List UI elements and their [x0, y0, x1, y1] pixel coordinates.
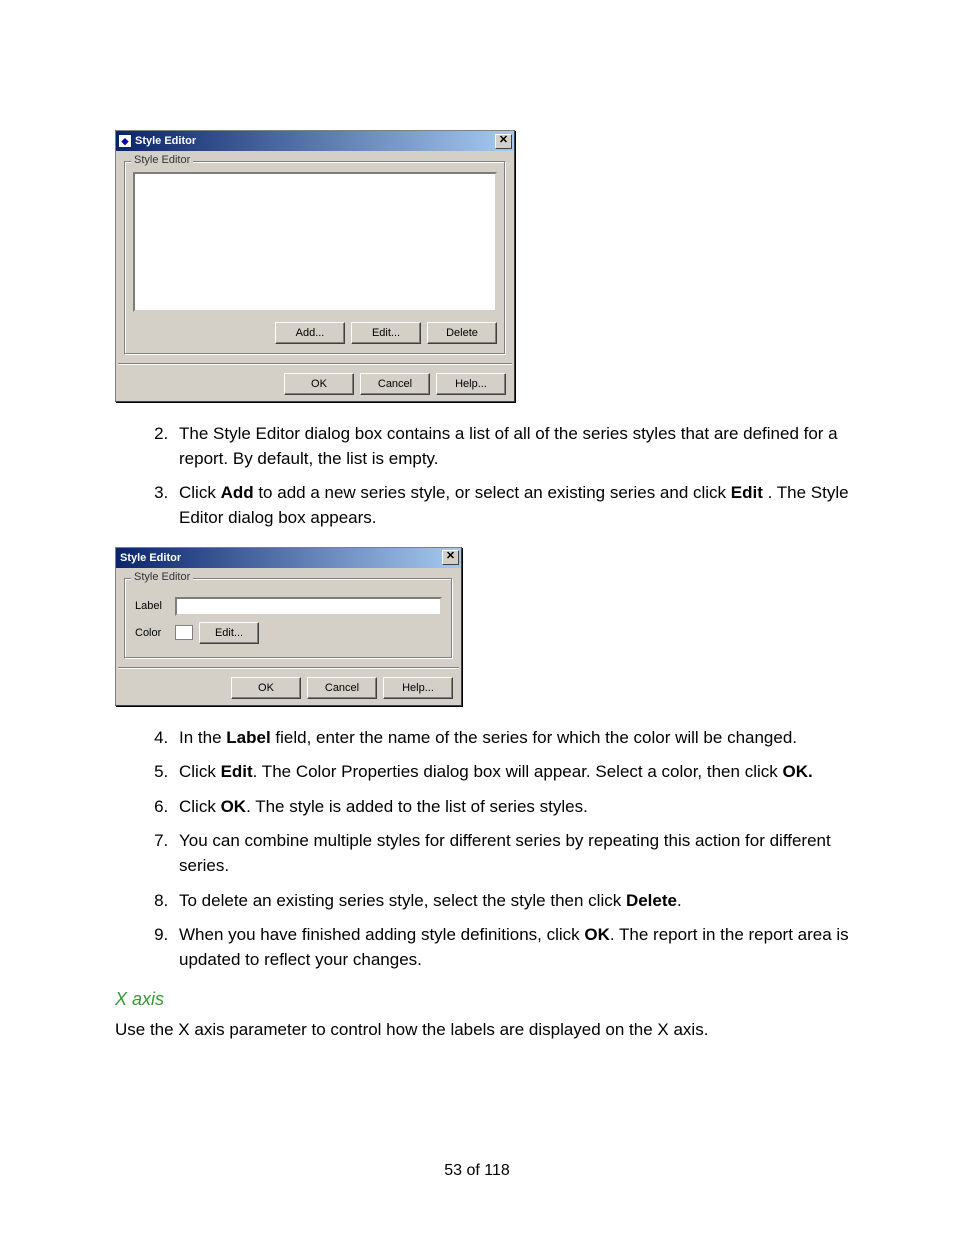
ok-button[interactable]: OK [231, 677, 301, 699]
edit-color-button[interactable]: Edit... [199, 622, 259, 644]
step-text: When you have finished adding style defi… [179, 925, 584, 944]
step-text: You can combine multiple styles for diff… [179, 831, 831, 875]
step-text: . The style is added to the list of seri… [246, 797, 588, 816]
step-text: . [677, 891, 682, 910]
step-6: Click OK. The style is added to the list… [173, 795, 854, 820]
step-bold: OK [584, 925, 610, 944]
group-legend: Style Editor [131, 154, 193, 166]
dialog-title: Style Editor [135, 135, 495, 147]
close-icon[interactable]: ✕ [495, 134, 512, 149]
step-bold: Add [221, 483, 254, 502]
color-swatch [175, 625, 193, 640]
color-field-label: Color [135, 627, 169, 639]
step-text: field, enter the name of the series for … [271, 728, 797, 747]
step-text: . The Color Properties dialog box will a… [253, 762, 783, 781]
ok-button[interactable]: OK [284, 373, 354, 395]
step-text: to add a new series style, or select an … [254, 483, 731, 502]
step-bold: Edit [731, 483, 763, 502]
style-editor-list-dialog: ◆ Style Editor ✕ Style Editor Add... Edi… [115, 130, 515, 402]
help-button[interactable]: Help... [436, 373, 506, 395]
add-button[interactable]: Add... [275, 322, 345, 344]
steps-list-a: The Style Editor dialog box contains a l… [115, 422, 854, 531]
step-text: Click [179, 483, 221, 502]
edit-button[interactable]: Edit... [351, 322, 421, 344]
label-field-label: Label [135, 600, 169, 612]
app-icon: ◆ [118, 134, 132, 148]
step-text: To delete an existing series style, sele… [179, 891, 626, 910]
step-bold: Label [226, 728, 270, 747]
close-icon[interactable]: ✕ [442, 550, 459, 565]
body-paragraph: Use the X axis parameter to control how … [115, 1020, 854, 1040]
help-button[interactable]: Help... [383, 677, 453, 699]
step-bold: Edit [221, 762, 253, 781]
group-legend: Style Editor [131, 571, 193, 583]
step-bold: Delete [626, 891, 677, 910]
titlebar: Style Editor ✕ [116, 548, 461, 568]
step-4: In the Label field, enter the name of th… [173, 726, 854, 751]
label-input[interactable] [175, 597, 442, 616]
step-text: Click [179, 762, 221, 781]
cancel-button[interactable]: Cancel [307, 677, 377, 699]
cancel-button[interactable]: Cancel [360, 373, 430, 395]
titlebar: ◆ Style Editor ✕ [116, 131, 514, 151]
step-8: To delete an existing series style, sele… [173, 889, 854, 914]
step-bold: OK. [782, 762, 812, 781]
style-editor-group: Style Editor Add... Edit... Delete [124, 161, 506, 355]
step-7: You can combine multiple styles for diff… [173, 829, 854, 878]
step-text: The Style Editor dialog box contains a l… [179, 424, 838, 468]
style-editor-group: Style Editor Label Color Edit... [124, 578, 453, 659]
step-text: Click [179, 797, 221, 816]
step-3: Click Add to add a new series style, or … [173, 481, 854, 530]
step-text: In the [179, 728, 226, 747]
page-number: 53 of 118 [0, 1162, 954, 1180]
style-editor-edit-dialog: Style Editor ✕ Style Editor Label Color … [115, 547, 462, 706]
styles-listbox[interactable] [133, 172, 497, 312]
step-2: The Style Editor dialog box contains a l… [173, 422, 854, 471]
step-9: When you have finished adding style defi… [173, 923, 854, 972]
dialog-title: Style Editor [118, 552, 442, 564]
step-5: Click Edit. The Color Properties dialog … [173, 760, 854, 785]
section-heading: X axis [115, 989, 854, 1010]
separator [118, 363, 512, 365]
step-bold: OK [221, 797, 247, 816]
steps-list-b: In the Label field, enter the name of th… [115, 726, 854, 973]
delete-button[interactable]: Delete [427, 322, 497, 344]
separator [118, 667, 459, 669]
